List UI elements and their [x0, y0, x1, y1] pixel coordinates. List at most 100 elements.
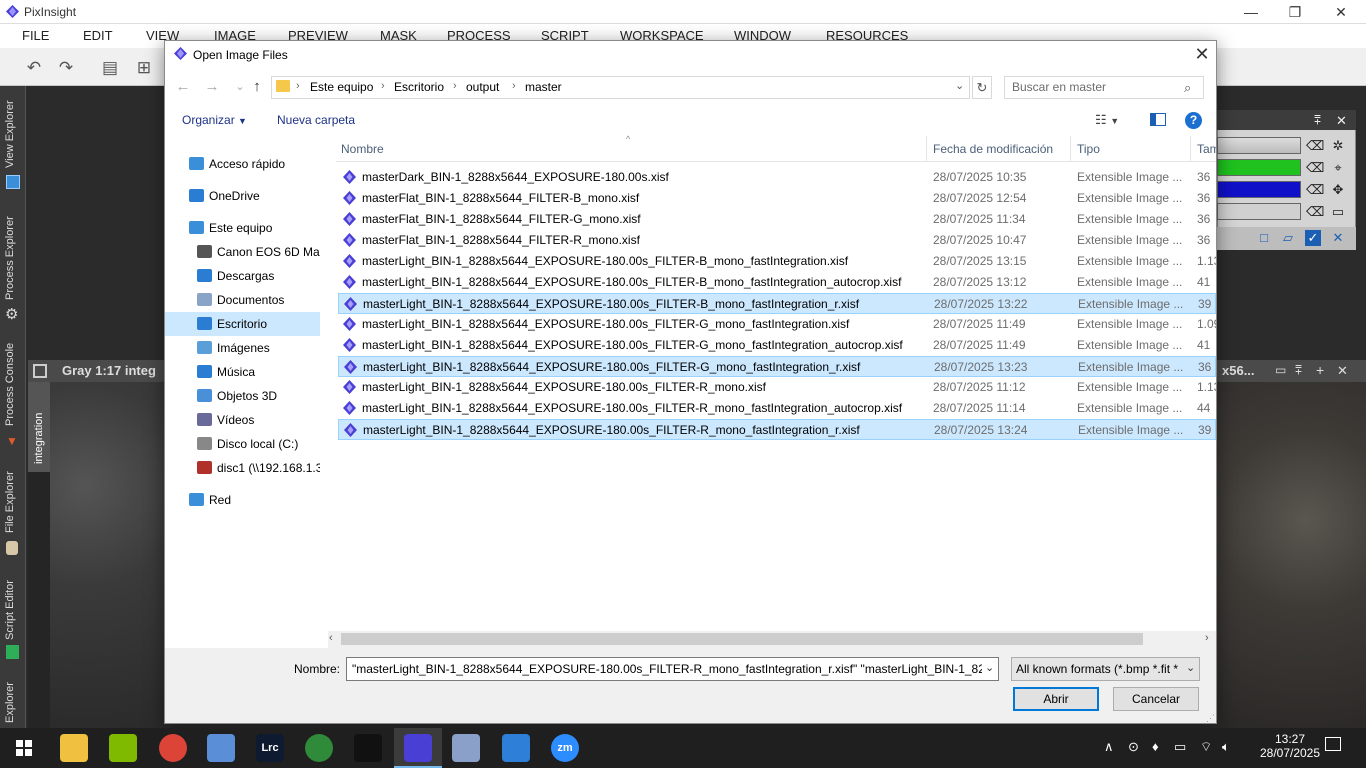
nav-item[interactable]: Disco local (C:) [165, 432, 320, 456]
clock[interactable]: 13:27 28/07/2025 [1258, 732, 1322, 760]
paint-icon[interactable] [452, 734, 480, 762]
erase-icon[interactable]: ⌫ [1306, 138, 1324, 154]
nav-item[interactable]: Descargas [165, 264, 320, 288]
resize-grip-icon[interactable]: ⋰ [1206, 713, 1215, 724]
move-icon[interactable]: ✥ [1330, 182, 1346, 198]
filename-dropdown-icon[interactable]: ⌄ [985, 661, 994, 674]
search-icon[interactable]: ⌕ [1184, 80, 1191, 96]
window-menu-icon[interactable] [33, 364, 47, 378]
green-channel-swatch[interactable] [1217, 159, 1301, 176]
file-row[interactable]: masterLight_BIN-1_8288x5644_EXPOSURE-180… [338, 377, 1216, 398]
file-row[interactable]: masterLight_BIN-1_8288x5644_EXPOSURE-180… [338, 356, 1216, 377]
dialog-close-button[interactable]: ✕ [1190, 42, 1214, 66]
undo-icon[interactable]: ↶ [24, 58, 44, 78]
scroll-left-icon[interactable]: ‹ [329, 632, 333, 644]
nav-item[interactable]: Objetos 3D [165, 384, 320, 408]
column-divider[interactable] [1070, 136, 1071, 162]
nav-item[interactable]: Red [165, 488, 320, 512]
up-arrow-icon[interactable]: ↑ [248, 77, 266, 97]
tray-app-icon[interactable]: ⊙ [1128, 739, 1139, 755]
back-arrow-icon[interactable]: ← [174, 77, 192, 97]
nav-item[interactable]: Este equipo [165, 216, 320, 240]
erase-icon[interactable]: ⌫ [1306, 204, 1324, 220]
address-bar[interactable] [271, 76, 970, 99]
nav-item[interactable]: Documentos [165, 288, 320, 312]
window-restore-icon[interactable]: ▭ [1275, 363, 1286, 377]
open-icon[interactable]: ⊞ [134, 58, 154, 78]
microphone-icon[interactable]: ♦ [1152, 739, 1159, 754]
crosshair-icon[interactable]: ⌖ [1330, 160, 1346, 176]
open-button[interactable]: Abrir [1013, 687, 1099, 711]
zoom-icon[interactable]: zm [551, 734, 579, 762]
blue-channel-swatch[interactable] [1217, 181, 1301, 198]
file-row[interactable]: masterFlat_BIN-1_8288x5644_FILTER-B_mono… [338, 188, 1216, 209]
cancel-button[interactable]: Cancelar [1113, 687, 1199, 711]
recent-chevron-icon[interactable]: ⌄ [231, 77, 249, 97]
close-window-button[interactable]: ✕ [1318, 0, 1364, 24]
notepad-icon[interactable] [109, 734, 137, 762]
window-close-icon[interactable]: ✕ [1337, 363, 1348, 379]
forward-arrow-icon[interactable]: → [203, 77, 221, 97]
battery-icon[interactable]: ▭ [1174, 739, 1186, 755]
reset-icon[interactable]: ✕ [1330, 230, 1346, 246]
menu-file[interactable]: FILE [22, 28, 49, 43]
network-app-icon[interactable] [207, 734, 235, 762]
breadcrumb-este-equipo[interactable]: Este equipo [310, 80, 373, 94]
remote-desktop-icon[interactable] [502, 734, 530, 762]
file-row[interactable]: masterLight_BIN-1_8288x5644_EXPOSURE-180… [338, 335, 1216, 356]
nav-item[interactable]: Música [165, 360, 320, 384]
lightroom-icon[interactable]: Lrc [256, 734, 284, 762]
window-shade-icon[interactable]: ⩱ [1295, 363, 1302, 378]
file-row[interactable]: masterLight_BIN-1_8288x5644_EXPOSURE-180… [338, 293, 1216, 314]
square-icon[interactable]: □ [1256, 230, 1272, 246]
column-divider[interactable] [1190, 136, 1191, 162]
monitor-icon[interactable]: ▭ [1330, 204, 1346, 220]
erase-icon[interactable]: ⌫ [1306, 182, 1324, 198]
chip-icon[interactable]: ✲ [1330, 138, 1346, 154]
panel-collapse-icon[interactable]: ⩱ [1314, 113, 1321, 128]
file-row[interactable]: masterLight_BIN-1_8288x5644_EXPOSURE-180… [338, 251, 1216, 272]
maximize-button[interactable]: ❐ [1272, 0, 1318, 24]
panel-close-icon[interactable]: ✕ [1336, 113, 1347, 129]
preview-pane-icon[interactable] [1150, 113, 1166, 126]
scrollbar-thumb[interactable] [341, 633, 1143, 645]
help-icon[interactable]: ? [1185, 112, 1202, 129]
gray-channel-swatch[interactable] [1217, 137, 1301, 154]
refresh-icon[interactable]: ↻ [972, 76, 992, 99]
minimize-button[interactable]: — [1228, 0, 1274, 24]
tab-file-explorer[interactable]: File Explorer [0, 455, 26, 555]
pixinsight-icon[interactable] [404, 734, 432, 762]
lum-channel-swatch[interactable] [1217, 203, 1301, 220]
new-folder-button[interactable]: Nueva carpeta [277, 113, 355, 127]
nav-item[interactable]: OneDrive [165, 184, 320, 208]
nav-item[interactable]: Escritorio [165, 312, 320, 336]
address-dropdown-icon[interactable]: ⌄ [955, 79, 964, 92]
file-row[interactable]: masterDark_BIN-1_8288x5644_EXPOSURE-180.… [338, 167, 1216, 188]
scroll-right-icon[interactable]: › [1205, 632, 1209, 644]
breadcrumb-escritorio[interactable]: Escritorio [394, 80, 444, 94]
nav-item[interactable]: Imágenes [165, 336, 320, 360]
column-date[interactable]: Fecha de modificación [933, 142, 1053, 156]
column-divider[interactable] [926, 136, 927, 162]
column-type[interactable]: Tipo [1077, 142, 1100, 156]
file-explorer-icon[interactable] [60, 734, 88, 762]
file-type-dropdown-icon[interactable]: ⌄ [1186, 661, 1195, 674]
erase-icon[interactable]: ⌫ [1306, 160, 1324, 176]
column-name[interactable]: Nombre [341, 142, 384, 156]
file-row[interactable]: masterLight_BIN-1_8288x5644_EXPOSURE-180… [338, 272, 1216, 293]
nav-item[interactable]: Acceso rápido [165, 152, 320, 176]
window-maximize-icon[interactable]: + [1316, 362, 1324, 378]
siril-icon[interactable] [354, 734, 382, 762]
breadcrumb-master[interactable]: master [525, 80, 562, 94]
new-image-icon[interactable]: ▤ [100, 58, 120, 78]
file-row[interactable]: masterLight_BIN-1_8288x5644_EXPOSURE-180… [338, 398, 1216, 419]
nav-item[interactable]: disc1 (\\192.168.1.3) [165, 456, 320, 480]
nav-item[interactable]: Canon EOS 6D Mark [165, 240, 320, 264]
file-row[interactable]: masterFlat_BIN-1_8288x5644_FILTER-G_mono… [338, 209, 1216, 230]
integration-tab[interactable]: integration [28, 382, 50, 472]
tab-process-explorer[interactable]: Process Explorer [0, 200, 26, 310]
view-options-icon[interactable]: ☷ ▼ [1095, 112, 1119, 128]
wifi-icon[interactable]: ⌔ [1200, 739, 1212, 755]
organize-button[interactable]: Organizar ▼ [182, 113, 247, 127]
nav-item[interactable]: Vídeos [165, 408, 320, 432]
